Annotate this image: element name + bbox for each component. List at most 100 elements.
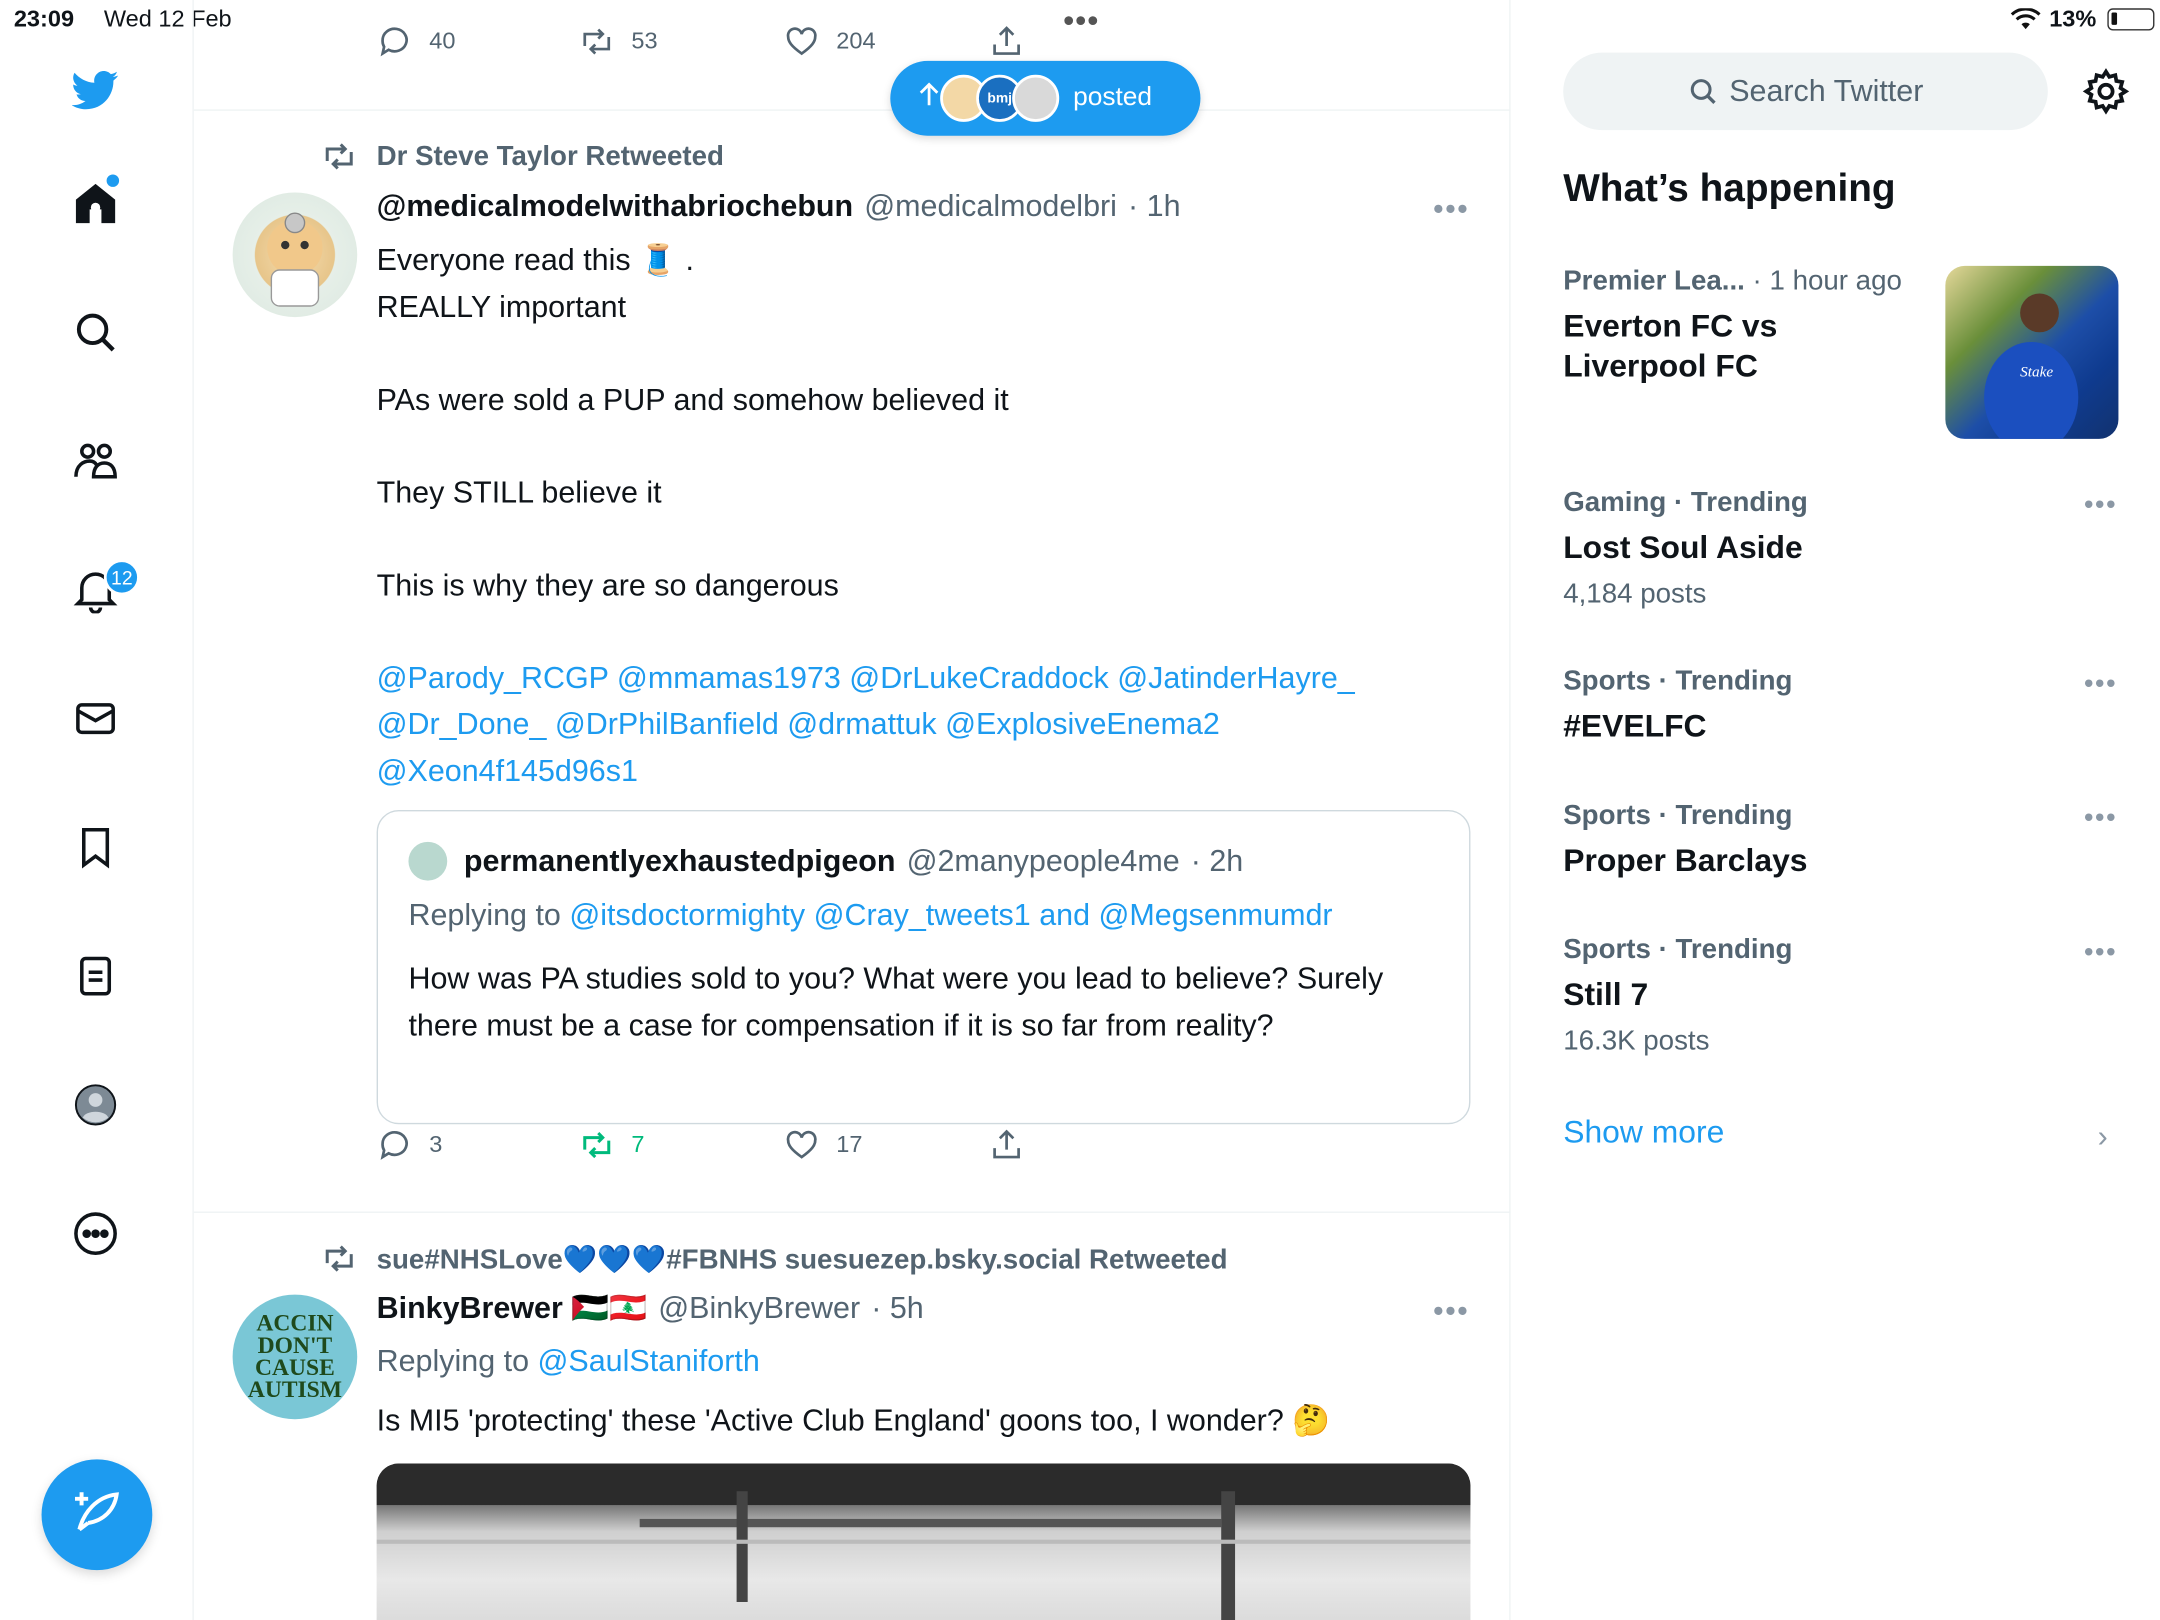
retweet-button[interactable]: 7: [579, 1127, 644, 1163]
trend-time: · 1 hour ago: [1752, 265, 1902, 297]
tweet-line: This is why they are so dangerous: [376, 566, 839, 602]
tweet-line: PAs were sold a PUP and somehow believed…: [376, 381, 1009, 417]
share-button[interactable]: [989, 1127, 1025, 1163]
whats-happening-title: What’s happening: [1563, 166, 1896, 210]
like-count: 204: [836, 27, 876, 54]
tweet-media-image[interactable]: [376, 1463, 1471, 1620]
messages-icon[interactable]: [66, 690, 124, 748]
avatar[interactable]: ACCIN DON'T CAUSE AUTISM: [232, 1294, 358, 1420]
author-handle[interactable]: @medicalmodelbri: [864, 188, 1117, 224]
tweet-header: @medicalmodelwithabriochebun @medicalmod…: [377, 188, 1181, 224]
search-icon[interactable]: [66, 303, 124, 361]
tweet-divider: [193, 1211, 1511, 1213]
trend-item[interactable]: Sports · Trending Still 7 16.3K posts: [1563, 935, 2117, 1058]
retweet-icon: [325, 143, 353, 170]
avatar[interactable]: [232, 192, 358, 318]
trend-category: Premier Lea...: [1563, 265, 1745, 297]
trend-item[interactable]: Sports · Trending #EVELFC: [1563, 666, 2117, 746]
reply-button[interactable]: 3: [377, 1127, 443, 1163]
tweet-more-icon[interactable]: •••: [1433, 1293, 1469, 1329]
lists-icon[interactable]: [66, 947, 124, 1005]
quote-header: permanentlyexhaustedpigeon @2manypeople4…: [408, 841, 1244, 881]
replying-prefix: Replying to: [408, 897, 561, 932]
tweet-line: Everyone read this 🧵 .: [376, 242, 694, 277]
trend-more-icon[interactable]: •••: [2084, 669, 2117, 701]
trend-title: Proper Barclays: [1563, 841, 1808, 878]
tweet-text: Is MI5 'protecting' these 'Active Club E…: [376, 1402, 1331, 1438]
quote-tweet[interactable]: permanentlyexhaustedpigeon @2manypeople4…: [376, 809, 1471, 1125]
retweeted-by-text: sue#NHSLove💙💙💙#FBNHS suesuezep.bsky.soci…: [376, 1244, 1228, 1275]
profile-icon[interactable]: [66, 1076, 124, 1134]
mention-links[interactable]: @Dr_Done_ @DrPhilBanfield @drmattuk @Exp…: [377, 701, 1471, 747]
trend-count: 16.3K posts: [1563, 1025, 1710, 1057]
like-icon: [786, 27, 817, 56]
replying-prefix: Replying to: [376, 1343, 530, 1378]
retweet-icon: [583, 1132, 611, 1159]
tweet-divider: [193, 109, 1511, 111]
trend-more-icon[interactable]: •••: [2084, 490, 2117, 522]
like-button[interactable]: 17: [784, 1127, 862, 1163]
trend-title: Lost Soul Aside: [1563, 528, 1803, 565]
replying-to-line: Replying to @SaulStaniforth: [377, 1338, 1471, 1384]
posted-label: posted: [1073, 83, 1153, 113]
tweet-line: They STILL believe it: [376, 474, 662, 509]
quote-time: · 2h: [1190, 843, 1244, 878]
tweet-more-icon[interactable]: •••: [1433, 191, 1469, 227]
reply-count: 40: [429, 27, 456, 54]
retweeted-by-line[interactable]: sue#NHSLove💙💙💙#FBNHS suesuezep.bsky.soci…: [321, 1241, 1227, 1277]
left-navigation: 12: [0, 0, 194, 1620]
mention-links[interactable]: @Parody_RCGP @mmamas1973 @DrLukeCraddock…: [377, 654, 1471, 700]
show-more-link[interactable]: Show more: [1563, 1113, 1724, 1150]
reply-icon: [380, 1131, 408, 1160]
svg-text:Stake: Stake: [2020, 364, 2053, 381]
trend-title: Still 7: [1563, 976, 1649, 1013]
author-handle[interactable]: @BinkyBrewer: [658, 1290, 860, 1326]
tweet-time[interactable]: · 1h: [1128, 188, 1181, 224]
mention-links[interactable]: @Xeon4f145d96s1: [377, 747, 1471, 793]
chevron-right-icon[interactable]: ›: [2098, 1119, 2108, 1155]
trend-more-icon[interactable]: •••: [2084, 803, 2117, 835]
retweeted-by-line[interactable]: Dr Steve Taylor Retweeted: [321, 138, 724, 174]
trend-item[interactable]: Sports · Trending Proper Barclays: [1563, 800, 2117, 880]
share-icon: [993, 1129, 1020, 1159]
quote-avatar: [408, 841, 448, 881]
author-name[interactable]: BinkyBrewer 🇵🇸🇱🇧: [377, 1290, 648, 1326]
trend-more-icon[interactable]: •••: [2084, 937, 2117, 969]
tweet-text: Everyone read this 🧵 . REALLY important …: [377, 237, 1471, 794]
tweet-line: REALLY important: [376, 288, 627, 324]
retweet-button[interactable]: 53: [579, 24, 658, 60]
trend-title: #EVELFC: [1563, 707, 1707, 744]
quote-text: How was PA studies sold to you? What wer…: [408, 960, 1384, 1042]
search-icon: [1690, 79, 1716, 104]
trend-category: Sports · Trending: [1563, 665, 1793, 697]
retweet-icon: [583, 28, 611, 55]
quote-replying-to: Replying to @itsdoctormighty @Cray_tweet…: [408, 897, 1332, 933]
trend-thumbnail-image[interactable]: Stake: [1945, 265, 2119, 439]
notifications-badge: 12: [103, 559, 140, 596]
replying-to-links[interactable]: @itsdoctormighty @Cray_tweets1 and @Megs…: [569, 897, 1332, 932]
search-input[interactable]: Search Twitter: [1563, 52, 2048, 131]
reply-icon: [380, 27, 408, 57]
trend-title: Everton FC vs Liverpool FC: [1563, 307, 1778, 384]
communities-icon[interactable]: [66, 432, 124, 490]
retweet-icon: [325, 1245, 353, 1272]
replying-to-link[interactable]: @SaulStaniforth: [538, 1343, 760, 1378]
like-button[interactable]: 204: [784, 24, 876, 60]
bookmarks-icon[interactable]: [66, 818, 124, 876]
share-button[interactable]: [989, 24, 1025, 60]
reply-count: 3: [429, 1131, 443, 1158]
quote-author-handle: @2manypeople4me: [906, 843, 1180, 878]
settings-gear-icon[interactable]: [2081, 66, 2131, 116]
retweet-count: 53: [631, 27, 658, 54]
reply-button[interactable]: 40: [377, 24, 456, 60]
author-name[interactable]: @medicalmodelwithabriochebun: [377, 188, 854, 224]
compose-tweet-button[interactable]: [41, 1459, 153, 1571]
like-icon: [786, 1130, 817, 1159]
more-icon[interactable]: [66, 1205, 124, 1263]
tweet-time[interactable]: · 5h: [871, 1290, 924, 1326]
trend-item[interactable]: Gaming · Trending Lost Soul Aside 4,184 …: [1563, 487, 2117, 610]
twitter-logo-icon[interactable]: [66, 61, 124, 119]
new-posts-pill[interactable]: bmj posted: [890, 60, 1201, 136]
home-new-dot: [106, 174, 120, 187]
search-placeholder: Search Twitter: [1729, 73, 1924, 108]
